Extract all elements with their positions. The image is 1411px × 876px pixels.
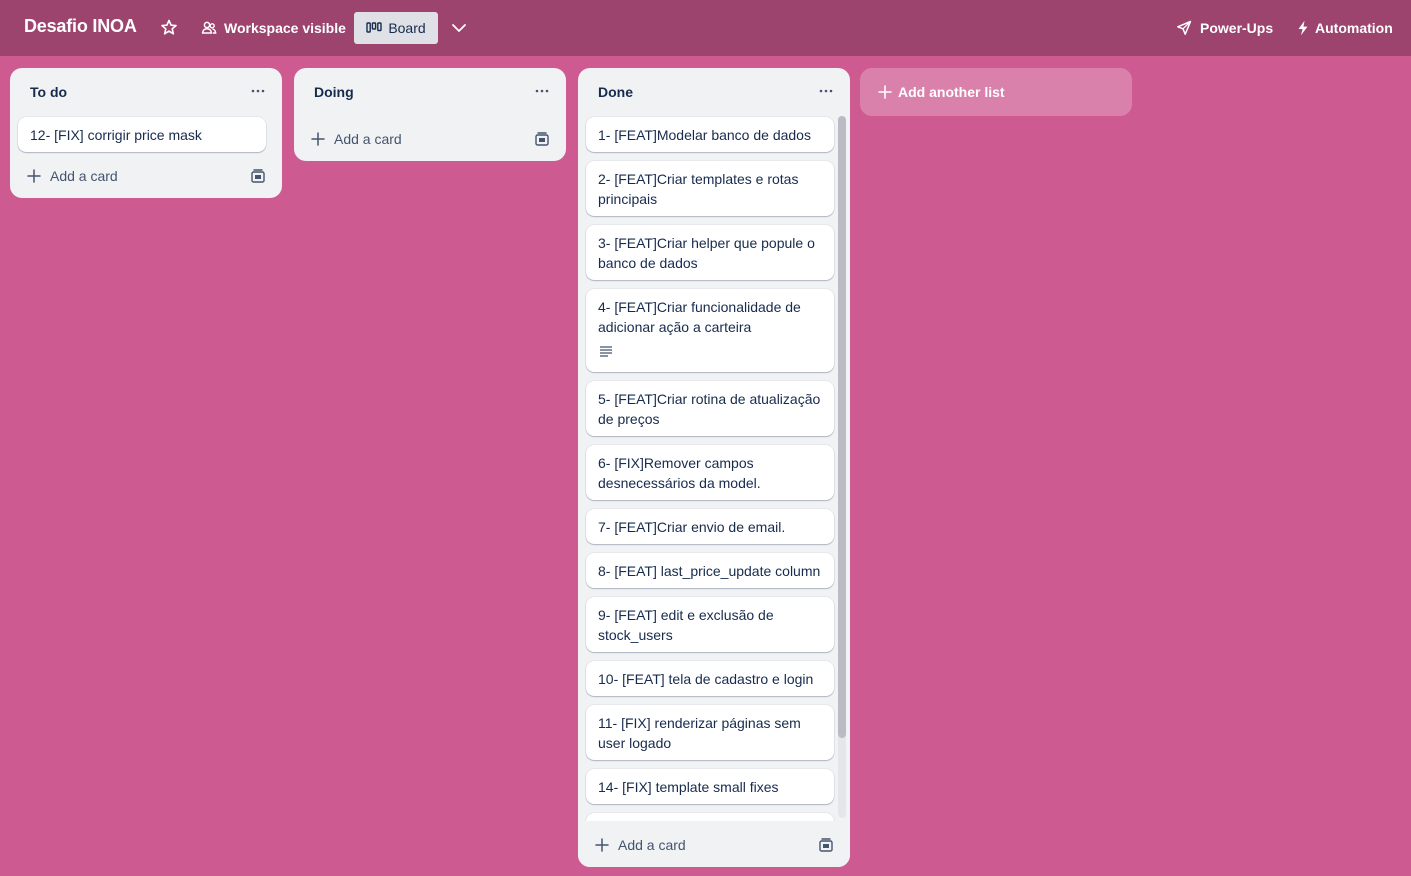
view-switcher-button[interactable]: [448, 17, 470, 39]
powerups-button[interactable]: Power-Ups: [1176, 15, 1273, 41]
card-title: 7- [FEAT]Criar envio de email.: [598, 519, 786, 535]
add-card-button[interactable]: Add a card: [302, 123, 558, 155]
list-header[interactable]: Doing: [294, 68, 566, 114]
more-icon: [819, 89, 833, 93]
board-title[interactable]: Desafio INOA: [24, 16, 137, 37]
card[interactable]: 8- [FEAT] last_price_update column: [586, 553, 834, 588]
list-done: Done 1- [FEAT]Modelar banco de dados 2- …: [578, 68, 850, 867]
plus-icon: [27, 169, 41, 183]
create-from-template-button[interactable]: [818, 837, 834, 853]
card[interactable]: 10- [FEAT] tela de cadastro e login: [586, 661, 834, 696]
card[interactable]: 14- [FIX] template small fixes: [586, 769, 834, 804]
card[interactable]: 4- [FEAT]Criar funcionalidade de adicion…: [586, 289, 834, 372]
more-icon: [251, 89, 265, 93]
card[interactable]: 3- [FEAT]Criar helper que popule o banco…: [586, 225, 834, 280]
board-header: Desafio INOA Workspace visible Board Pow…: [0, 0, 1411, 56]
card-title: 3- [FEAT]Criar helper que popule o banco…: [598, 235, 815, 271]
template-icon: [819, 838, 833, 852]
more-icon: [535, 89, 549, 93]
card-title: 10- [FEAT] tela de cadastro e login: [598, 671, 814, 687]
star-icon: [161, 19, 177, 35]
card-title: 8- [FEAT] last_price_update column: [598, 563, 821, 579]
list-to-do: To do 12- [FIX] corrigir price mask Add …: [10, 68, 282, 198]
lightning-icon: [1298, 20, 1308, 36]
add-card-label: Add a card: [618, 837, 686, 853]
workspace-visibility-label: Workspace visible: [224, 20, 346, 36]
card[interactable]: 12- [FIX] corrigir price mask: [18, 117, 266, 152]
card-title: 5- [FEAT]Criar rotina de atualização de …: [598, 391, 821, 427]
automation-label: Automation: [1315, 20, 1393, 36]
add-card-button[interactable]: Add a card: [586, 829, 842, 861]
card[interactable]: 1- [FEAT]Modelar banco de dados: [586, 117, 834, 152]
plus-icon: [878, 85, 892, 99]
list-title[interactable]: To do: [30, 84, 67, 100]
card-title: 4- [FEAT]Criar funcionalidade de adicion…: [598, 299, 801, 335]
board-icon: [366, 22, 383, 33]
add-card-label: Add a card: [334, 131, 402, 147]
automation-button[interactable]: Automation: [1296, 15, 1393, 41]
add-list-button[interactable]: Add another list: [860, 68, 1132, 116]
star-button[interactable]: [158, 17, 180, 39]
list-scrollbar[interactable]: [838, 116, 846, 818]
list-title[interactable]: Doing: [314, 84, 354, 100]
list-header[interactable]: Done: [578, 68, 850, 114]
add-card-label: Add a card: [50, 168, 118, 184]
card-title: 14- [FIX] template small fixes: [598, 779, 779, 795]
add-card-button[interactable]: Add a card: [18, 160, 274, 192]
add-list-label: Add another list: [898, 84, 1005, 100]
rocket-icon: [1177, 20, 1192, 35]
card-title: 6- [FIX]Remover campos desnecessários da…: [598, 455, 761, 491]
list-header[interactable]: To do: [10, 68, 282, 114]
template-icon: [535, 132, 549, 146]
card-title: 1- [FEAT]Modelar banco de dados: [598, 127, 811, 143]
scrollbar-thumb[interactable]: [838, 116, 846, 738]
create-from-template-button[interactable]: [250, 168, 266, 184]
list-doing: Doing Add a card: [294, 68, 566, 161]
card[interactable]: 11- [FIX] renderizar páginas sem user lo…: [586, 705, 834, 760]
list-menu-button[interactable]: [248, 81, 268, 101]
card-title: 2- [FEAT]Criar templates e rotas princip…: [598, 171, 799, 207]
plus-icon: [311, 132, 325, 146]
card[interactable]: 5- [FEAT]Criar rotina de atualização de …: [586, 381, 834, 436]
list-title[interactable]: Done: [598, 84, 633, 100]
chevron-down-icon: [452, 24, 466, 32]
card[interactable]: 6- [FIX]Remover campos desnecessários da…: [586, 445, 834, 500]
card[interactable]: 7- [FEAT]Criar envio de email.: [586, 509, 834, 544]
list-menu-button[interactable]: [532, 81, 552, 101]
card-title: 11- [FIX] renderizar páginas sem user lo…: [598, 715, 801, 751]
people-icon: [201, 21, 217, 34]
powerups-label: Power-Ups: [1200, 20, 1274, 36]
card[interactable]: 9- [FEAT] edit e exclusão de stock_users: [586, 597, 834, 652]
board-view-label: Board: [388, 20, 426, 36]
workspace-visibility-button[interactable]: Workspace visible: [200, 15, 346, 41]
card-title: 12- [FIX] corrigir price mask: [30, 127, 202, 143]
plus-icon: [595, 838, 609, 852]
description-icon: [600, 346, 612, 357]
list-menu-button[interactable]: [816, 81, 836, 101]
card[interactable]: 2- [FEAT]Criar templates e rotas princip…: [586, 161, 834, 216]
create-from-template-button[interactable]: [534, 131, 550, 147]
card-title: 9- [FEAT] edit e exclusão de stock_users: [598, 607, 774, 643]
board-view-button[interactable]: Board: [354, 12, 438, 44]
template-icon: [251, 169, 265, 183]
